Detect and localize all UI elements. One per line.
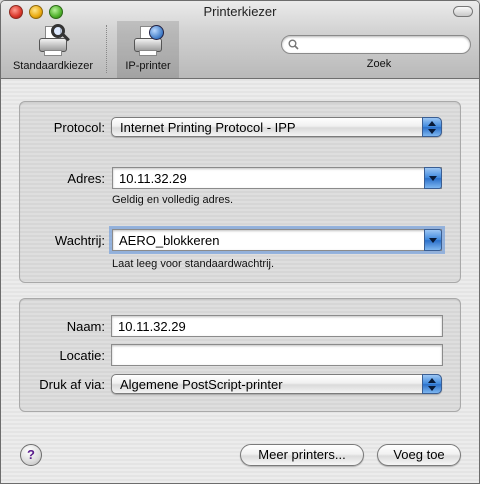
- queue-label: Wachtrij:: [54, 233, 105, 248]
- more-printers-button[interactable]: Meer printers...: [240, 444, 364, 466]
- queue-dropdown-button[interactable]: [424, 229, 442, 251]
- print-using-popup[interactable]: Algemene PostScript-printer: [111, 374, 442, 394]
- toolbar-item-label: Standaardkiezer: [12, 60, 94, 72]
- window-title: Printerkiezer: [203, 4, 277, 19]
- queue-input[interactable]: [117, 232, 417, 248]
- location-field[interactable]: [111, 344, 443, 366]
- chevron-down-icon: [429, 238, 437, 243]
- toolbar-toggle-button[interactable]: [453, 6, 473, 17]
- protocol-label: Protocol:: [53, 120, 105, 135]
- toolbar-default-browser[interactable]: Standaardkiezer: [7, 21, 99, 78]
- protocol-popup[interactable]: Internet Printing Protocol - IPP: [111, 117, 442, 137]
- name-label: Naam:: [66, 319, 105, 334]
- location-input[interactable]: [116, 347, 430, 363]
- toolbar-ip-printer[interactable]: IP-printer: [117, 21, 179, 78]
- search-icon: [288, 39, 299, 50]
- toolbar-separator: [106, 25, 107, 73]
- print-using-label: Druk af via:: [39, 377, 105, 392]
- print-using-value: Algemene PostScript-printer: [120, 377, 283, 392]
- protocol-value: Internet Printing Protocol - IPP: [120, 120, 296, 135]
- toolbar-search: Zoek: [281, 35, 471, 70]
- address-combo[interactable]: [112, 167, 442, 189]
- queue-hint: Laat leeg voor standaardwachtrij.: [112, 258, 275, 270]
- add-button[interactable]: Voeg toe: [377, 444, 461, 466]
- ip-printer-icon: [131, 24, 165, 58]
- queue-combo[interactable]: [112, 229, 442, 251]
- popup-arrows-icon: [422, 117, 442, 137]
- search-input[interactable]: [306, 37, 461, 52]
- help-button[interactable]: ?: [20, 444, 42, 466]
- address-input[interactable]: [117, 170, 417, 186]
- address-label: Adres:: [67, 171, 105, 186]
- location-label: Locatie:: [59, 348, 105, 363]
- printer-browser-icon: [36, 24, 70, 58]
- search-label: Zoek: [366, 58, 392, 70]
- name-field[interactable]: [111, 315, 443, 337]
- chevron-down-icon: [429, 176, 437, 181]
- name-input[interactable]: [116, 318, 430, 334]
- printer-browser-window: Printerkiezer Standaardkiezer IP-printer: [0, 0, 480, 484]
- unified-toolbar: Printerkiezer Standaardkiezer IP-printer: [1, 1, 479, 79]
- search-field[interactable]: [281, 35, 471, 54]
- popup-arrows-icon: [422, 374, 442, 394]
- address-hint: Geldig en volledig adres.: [112, 194, 234, 206]
- toolbar-item-label: IP-printer: [125, 60, 171, 72]
- address-dropdown-button[interactable]: [424, 167, 442, 189]
